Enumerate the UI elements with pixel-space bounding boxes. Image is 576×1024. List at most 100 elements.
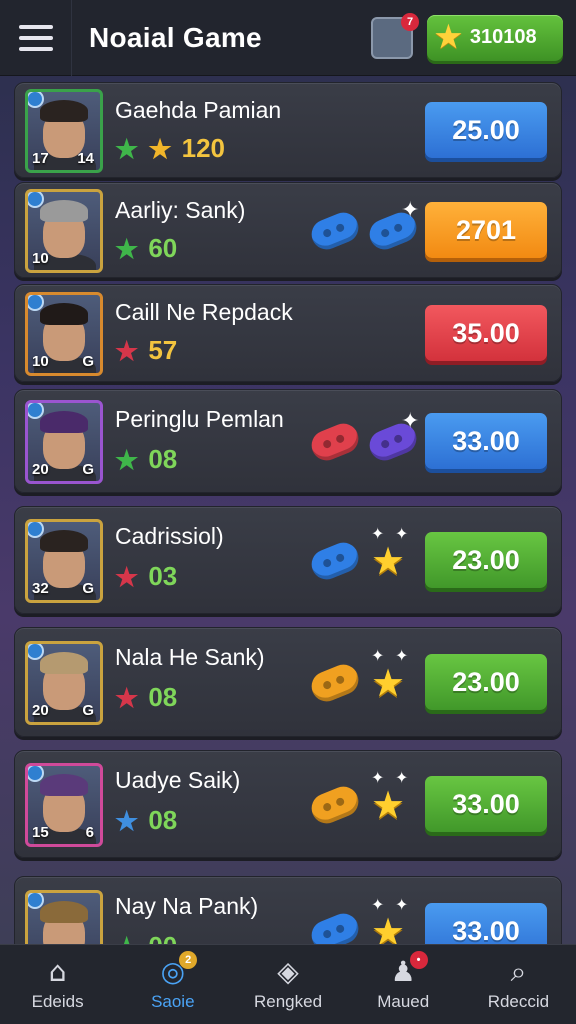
nav-label: Rdeccid	[487, 991, 550, 1011]
profile-avatar[interactable]: 7	[371, 12, 419, 59]
player-rank: G	[82, 702, 94, 719]
buy-button[interactable]: 2701	[425, 202, 547, 258]
player-stats: ★ 08	[115, 682, 177, 713]
class-icon	[28, 192, 44, 208]
sparkle-icon: ✦	[371, 648, 385, 665]
player-rank: G	[82, 461, 94, 478]
sparkle-icon: ✦	[371, 526, 385, 543]
player-level: 20	[32, 461, 49, 478]
page-title: Noaial Game	[89, 21, 262, 53]
star-icon: ★	[148, 133, 172, 164]
avatar	[25, 890, 103, 944]
player-rank: G	[82, 580, 94, 597]
player-score: 03	[148, 561, 178, 591]
buy-button[interactable]: 23.00	[425, 532, 547, 588]
red-pill-icon	[307, 419, 363, 465]
avatar: 10 G	[25, 292, 103, 376]
list-item[interactable]: 15 6 Uadye Saik) ★ 08 ★ ✦ ✦ 33.00	[14, 750, 562, 858]
coin-balance-button[interactable]: ★ 310108	[427, 14, 563, 61]
avatar-hair	[40, 901, 88, 923]
star-icon: ★	[115, 444, 139, 475]
blue-pill-icon	[307, 208, 363, 254]
player-stats: ★ 03	[115, 561, 177, 592]
buy-button[interactable]: 33.00	[425, 776, 547, 832]
star-icon: ★	[115, 682, 139, 713]
class-icon	[28, 644, 44, 660]
player-name: Caill Ne Repdack	[115, 299, 293, 325]
nav-badge: •	[409, 951, 428, 969]
coin-balance: 310108	[469, 26, 537, 48]
nav-item-maued[interactable]: ♟ Maued •	[346, 945, 461, 1024]
player-name: Cadrissiol)	[115, 523, 224, 549]
blue-pill-icon	[307, 538, 363, 584]
sparkle-icon: ✦	[371, 770, 385, 787]
class-icon	[28, 295, 44, 311]
player-list[interactable]: 17 14 Gaehda Pamian ★ ★ 120 25.00 10 Aarliy: San…	[0, 76, 576, 944]
sparkle-icon: ✦	[395, 770, 409, 787]
avatar-hair	[40, 774, 88, 796]
class-icon	[28, 766, 44, 782]
player-stats: ★ 08	[115, 805, 177, 836]
player-level: 20	[32, 702, 49, 719]
nav-item-saoie[interactable]: ◎ Saoie 2	[115, 945, 230, 1024]
player-score: 08	[148, 444, 178, 474]
player-name: Uadye Saik)	[115, 767, 241, 793]
sparkle-icon: ✦	[371, 897, 385, 914]
player-level: 10	[32, 353, 49, 370]
player-level: 17	[32, 150, 49, 167]
player-level: 32	[32, 580, 49, 597]
class-icon	[28, 522, 44, 538]
player-rank: G	[82, 353, 94, 370]
avatar: 20 G	[25, 641, 103, 725]
avatar-hair	[40, 411, 88, 433]
buy-button[interactable]: 33.00	[425, 903, 547, 944]
player-name: Peringlu Pemlan	[115, 406, 284, 432]
gold-star-icon: ★	[371, 541, 406, 583]
menu-button[interactable]	[0, 0, 72, 76]
list-item[interactable]: 10 Aarliy: Sank) ★ 60 ✦ 2701	[14, 182, 562, 278]
layers-icon: ◈	[277, 954, 299, 988]
player-stats: ★ 08	[115, 444, 177, 475]
buy-button[interactable]: 33.00	[425, 413, 547, 469]
nav-label: Rengked	[253, 991, 323, 1011]
class-icon	[28, 893, 44, 909]
star-icon: ★	[115, 335, 139, 366]
player-stats: ★ 57	[115, 335, 177, 366]
buy-button[interactable]: 35.00	[425, 305, 547, 361]
player-score: 60	[148, 233, 178, 263]
player-name: Nay Na Pank)	[115, 893, 259, 919]
list-item[interactable]: 20 G Nala He Sank) ★ 08 ★ ✦ ✦ 23.00	[14, 627, 562, 737]
nav-item-rdeccid[interactable]: ⌕ Rdeccid	[461, 945, 576, 1024]
list-item[interactable]: 10 G Caill Ne Repdack ★ 57 35.00	[14, 284, 562, 382]
top-bar: Noaial Game 7 ★ 310108	[0, 0, 576, 76]
player-name: Aarliy: Sank)	[115, 197, 246, 223]
blue-pill-icon	[307, 909, 363, 944]
star-icon: ★	[115, 233, 139, 264]
list-item[interactable]: 32 G Cadrissiol) ★ 03 ★ ✦ ✦ 23.00	[14, 506, 562, 614]
player-score: 57	[148, 335, 178, 365]
sparkle-icon: ✦	[401, 408, 420, 433]
list-item[interactable]: 17 14 Gaehda Pamian ★ ★ 120 25.00	[14, 82, 562, 178]
player-score: 08	[148, 682, 178, 712]
player-score: 08	[148, 805, 178, 835]
hamburger-icon	[18, 24, 53, 29]
avatar-hair	[40, 303, 88, 325]
player-name: Gaehda Pamian	[115, 97, 282, 123]
gold-star-icon: ★	[371, 912, 406, 944]
avatar-hair	[40, 530, 88, 552]
player-score: 120	[181, 133, 226, 163]
list-item[interactable]: 20 G Peringlu Pemlan ★ 08 ✦ 33.00	[14, 389, 562, 493]
gold-star-icon: ★	[371, 785, 406, 827]
nav-item-edeids[interactable]: ⌂ Edeids	[0, 945, 115, 1024]
player-level: 15	[32, 824, 49, 841]
list-item[interactable]: Nay Na Pank)★00★✦✦33.00	[14, 876, 562, 944]
nav-item-rengked[interactable]: ◈ Rengked	[230, 945, 345, 1024]
buy-button[interactable]: 25.00	[425, 102, 547, 158]
nav-label: Maued	[377, 991, 430, 1011]
player-rank: 14	[77, 150, 94, 167]
star-icon: ★	[435, 20, 462, 54]
player-stats: ★ 00	[115, 931, 177, 944]
player-name: Nala He Sank)	[115, 644, 265, 670]
buy-button[interactable]: 23.00	[425, 654, 547, 710]
nav-badge: 2	[179, 951, 198, 969]
